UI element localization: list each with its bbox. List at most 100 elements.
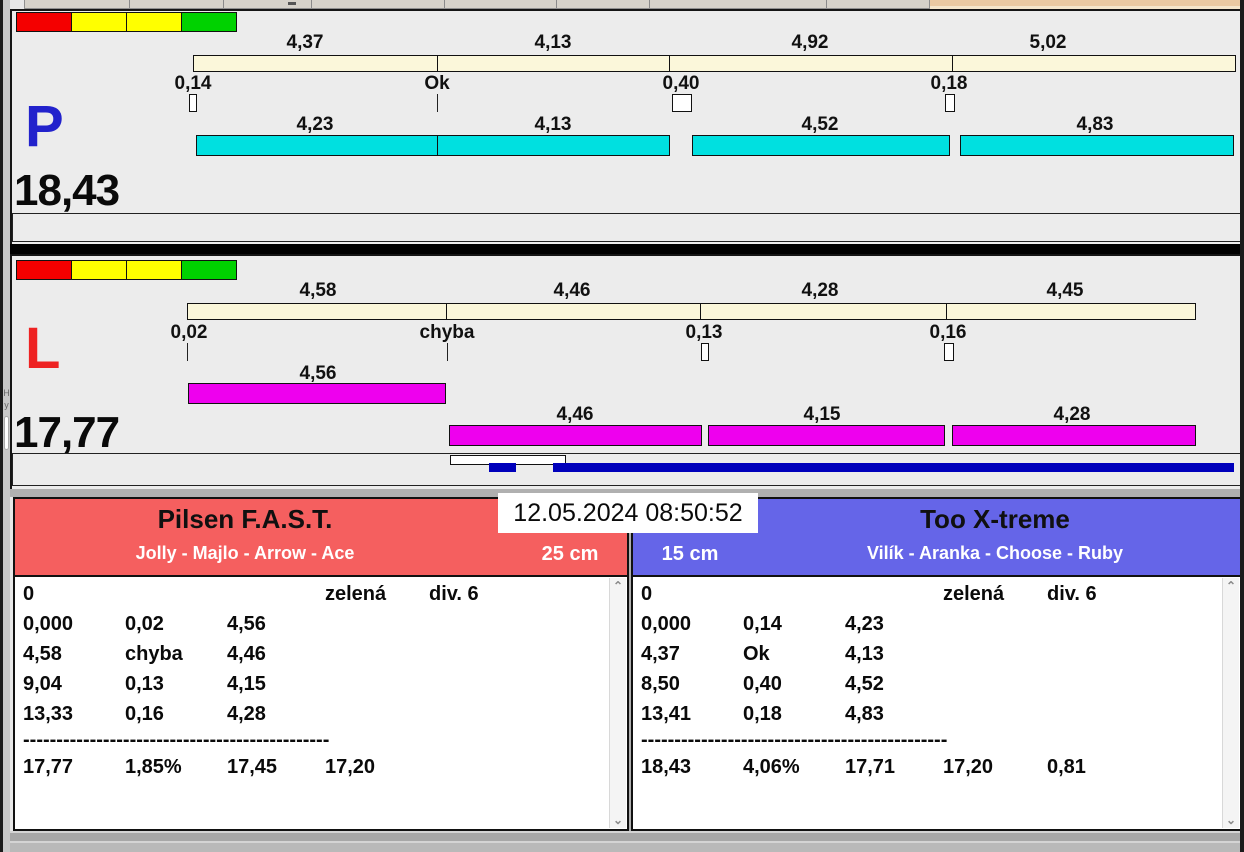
toolbar-glyph — [288, 2, 296, 5]
progress-bar-short — [489, 463, 516, 472]
leg-time-bar — [196, 135, 438, 156]
leg-time-label: 4,15 — [803, 404, 841, 425]
table-scrollbar[interactable]: ⌃ ⌄ — [609, 578, 626, 828]
table-cell: 0,40 — [743, 673, 782, 695]
traffic-light-yellow-segment — [71, 260, 127, 280]
table-cell-total: 1,85% — [125, 756, 182, 778]
toolbar-segment[interactable] — [556, 0, 650, 8]
split-bar-segment — [187, 303, 447, 320]
toolbar-segment[interactable] — [649, 0, 827, 8]
team-panel-right: Too X-treme Vilík - Aranka - Choose - Ru… — [631, 497, 1242, 831]
window-right-border — [1240, 0, 1244, 852]
split-bar-segment — [446, 303, 701, 320]
table-cell: 0,02 — [125, 613, 164, 635]
table-cell-total: 17,71 — [845, 756, 896, 778]
leg-time-bar — [692, 135, 950, 156]
lane-letter: P — [25, 94, 64, 159]
leg-time-bar — [188, 383, 446, 404]
split-time-label: 4,28 — [801, 280, 839, 301]
results-table-left: 0 zelená div. 6 0,000 0,02 4,56 4,58 chy… — [15, 575, 627, 829]
flyball-timing-screen: H y 4,37 4,13 4,92 5,02 0,14 Ok 0,40 0,1… — [0, 0, 1244, 852]
leg-time-bar — [960, 135, 1234, 156]
team-panel-left: Pilsen F.A.S.T. Jolly - Majlo - Arrow - … — [13, 497, 629, 831]
toolbar-strip[interactable] — [24, 0, 930, 9]
table-cell: 4,83 — [845, 703, 884, 725]
leg-time-bar — [449, 425, 702, 446]
toolbar-segment[interactable] — [25, 0, 130, 8]
scroll-up-icon[interactable]: ⌃ — [1223, 580, 1239, 592]
split-bar-segment — [946, 303, 1196, 320]
table-cell: zelená — [325, 583, 387, 605]
scroll-down-icon[interactable]: ⌄ — [1223, 814, 1239, 826]
traffic-light-red-segment — [16, 12, 72, 32]
changeover-gap-label: 0,16 — [929, 322, 967, 343]
table-cell: 13,41 — [641, 703, 692, 725]
lane-progress-strip — [12, 213, 1243, 242]
changeover-gap-label: 0,02 — [170, 322, 208, 343]
scrollbar-thumb[interactable] — [4, 416, 9, 450]
table-cell: 0,14 — [743, 613, 782, 635]
toolbar-segment[interactable] — [311, 0, 445, 8]
leg-time-label: 4,56 — [299, 363, 337, 384]
changeover-gap-label: 0,40 — [662, 73, 700, 94]
lane-letter: L — [25, 316, 61, 381]
table-separator: ----------------------------------------… — [23, 729, 330, 751]
table-cell: 4,58 — [23, 643, 62, 665]
changeover-gap-marker — [701, 343, 709, 361]
changeover-gap-label: Ok — [424, 73, 450, 94]
table-cell-total: 17,20 — [943, 756, 994, 778]
table-cell: 0 — [23, 583, 35, 605]
changeover-gap-label: 0,14 — [174, 73, 212, 94]
split-bar-segment — [193, 55, 438, 72]
scroll-down-icon[interactable]: ⌄ — [610, 814, 626, 826]
table-cell: 4,13 — [845, 643, 884, 665]
toolbar-segment[interactable] — [444, 0, 557, 8]
team-name: Too X-treme — [920, 504, 1070, 534]
table-cell-total: 4,06% — [743, 756, 800, 778]
split-bar-segment — [437, 55, 670, 72]
split-time-label: 4,46 — [553, 280, 591, 301]
lane-total-time: 17,77 — [14, 408, 120, 457]
progress-bar-long — [553, 463, 1234, 472]
changeover-gap-marker — [945, 94, 955, 112]
split-time-label: 4,13 — [534, 32, 572, 53]
table-cell: 4,46 — [227, 643, 266, 665]
team-name: Pilsen F.A.S.T. — [157, 504, 333, 534]
table-cell-total: 17,77 — [23, 756, 74, 778]
clipped-text-fragment: y — [4, 400, 9, 410]
split-time-label: 4,45 — [1046, 280, 1084, 301]
table-cell: 4,15 — [227, 673, 266, 695]
table-cell: 0,16 — [125, 703, 164, 725]
changeover-gap-marker — [672, 94, 692, 112]
bottom-band — [0, 833, 1244, 841]
changeover-gap-marker — [944, 343, 954, 361]
table-cell: 0,000 — [23, 613, 74, 635]
table-scrollbar[interactable]: ⌃ ⌄ — [1222, 578, 1239, 828]
table-cell: chyba — [125, 643, 183, 665]
traffic-light-yellow-segment — [126, 12, 182, 32]
lane-total-time: 18,43 — [14, 166, 120, 215]
table-cell: div. 6 — [1047, 583, 1097, 605]
table-cell: 4,52 — [845, 673, 884, 695]
leg-time-bar — [952, 425, 1196, 446]
table-cell-total: 0,81 — [1047, 756, 1086, 778]
table-cell: 8,50 — [641, 673, 680, 695]
traffic-light-green-segment — [181, 12, 237, 32]
lane-panel-l: 4,58 4,46 4,28 4,45 0,02 chyba 0,13 0,16… — [10, 254, 1244, 492]
scroll-up-icon[interactable]: ⌃ — [610, 580, 626, 592]
team-members: Vilík - Aranka - Choose - Ruby — [866, 543, 1124, 563]
table-cell-total: 17,45 — [227, 756, 278, 778]
leg-time-bar — [708, 425, 945, 446]
leg-time-label: 4,46 — [556, 404, 594, 425]
toolbar-segment[interactable] — [129, 0, 224, 8]
traffic-light-green-segment — [181, 260, 237, 280]
toolbar-segment[interactable] — [223, 0, 312, 8]
table-cell-total: 17,20 — [325, 756, 376, 778]
left-scrollbar-strip[interactable]: H y — [3, 0, 10, 852]
table-separator: ----------------------------------------… — [641, 729, 948, 751]
changeover-gap-marker — [437, 94, 438, 112]
lane-divider — [10, 244, 1241, 254]
split-time-label: 4,58 — [299, 280, 337, 301]
leg-time-label: 4,13 — [534, 114, 572, 135]
changeover-gap-label: 0,18 — [930, 73, 968, 94]
